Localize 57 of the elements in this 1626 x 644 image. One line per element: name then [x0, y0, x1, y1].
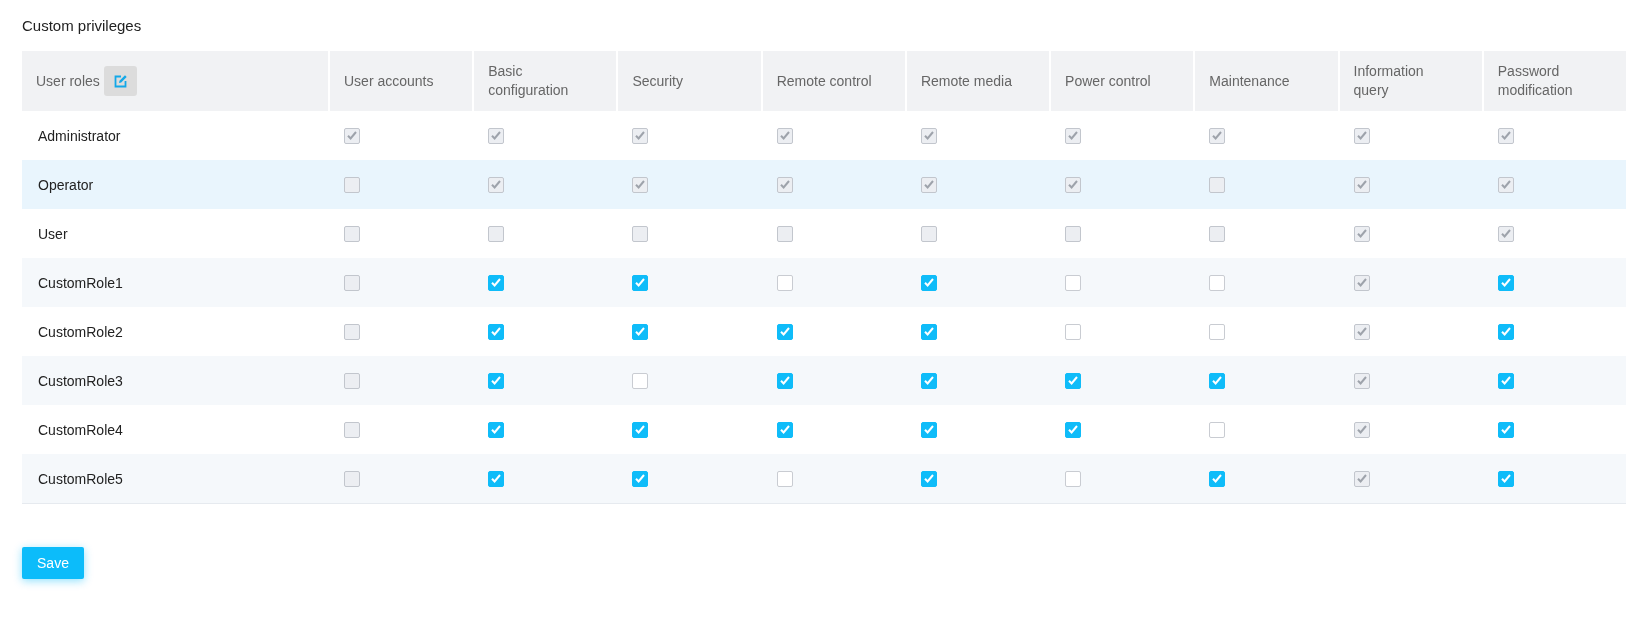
checkbox[interactable] [1209, 372, 1226, 389]
edit-button[interactable] [103, 66, 137, 96]
section-title: Custom privileges [22, 16, 143, 36]
checkbox[interactable] [920, 372, 937, 389]
role-name: CustomRole1 [38, 274, 123, 291]
checkbox[interactable] [1065, 323, 1082, 340]
checkbox[interactable] [488, 470, 505, 487]
column-header: Password modification [1497, 62, 1574, 100]
checkbox[interactable] [632, 372, 649, 389]
role-name: Operator [38, 176, 94, 193]
column-header: Basic configuration [488, 62, 570, 100]
checkbox[interactable] [1065, 470, 1082, 487]
edit-icon [113, 74, 127, 88]
checkbox[interactable] [1497, 470, 1514, 487]
checkbox[interactable] [1065, 372, 1082, 389]
checkbox[interactable] [1209, 323, 1226, 340]
checkbox[interactable] [776, 274, 793, 291]
checkbox[interactable] [920, 470, 937, 487]
checkbox[interactable] [488, 421, 505, 438]
column-header: Security [632, 71, 683, 91]
checkbox[interactable] [1497, 421, 1514, 438]
column-header: User accounts [344, 71, 434, 91]
save-button[interactable]: Save [22, 547, 84, 579]
role-name: CustomRole4 [38, 421, 123, 438]
role-name: Administrator [38, 127, 121, 144]
checkbox[interactable] [632, 274, 649, 291]
checkbox[interactable] [776, 421, 793, 438]
checkbox[interactable] [776, 372, 793, 389]
checkbox[interactable] [1065, 274, 1082, 291]
column-header: Remote media [920, 71, 1012, 91]
checkbox[interactable] [1209, 421, 1226, 438]
role-name: CustomRole5 [38, 470, 123, 487]
checkbox[interactable] [1065, 421, 1082, 438]
checkbox[interactable] [920, 323, 937, 340]
checkbox[interactable] [488, 274, 505, 291]
column-header: User roles [36, 71, 100, 91]
column-header: Remote control [776, 71, 872, 91]
checkbox[interactable] [632, 470, 649, 487]
checkbox[interactable] [632, 323, 649, 340]
checkbox[interactable] [1209, 274, 1226, 291]
column-header: Maintenance [1209, 71, 1290, 91]
checkbox[interactable] [1497, 323, 1514, 340]
column-header: Information query [1353, 62, 1425, 100]
checkbox[interactable] [920, 274, 937, 291]
checkbox[interactable] [920, 421, 937, 438]
role-name: CustomRole2 [38, 323, 123, 340]
checkbox[interactable] [488, 372, 505, 389]
checkbox[interactable] [1209, 470, 1226, 487]
checkbox[interactable] [632, 421, 649, 438]
checkbox[interactable] [776, 323, 793, 340]
role-name: User [38, 225, 68, 242]
checkbox[interactable] [1497, 372, 1514, 389]
column-header: Power control [1065, 71, 1151, 91]
checkbox[interactable] [1497, 274, 1514, 291]
checkbox[interactable] [776, 470, 793, 487]
role-name: CustomRole3 [38, 372, 123, 389]
checkbox[interactable] [488, 323, 505, 340]
